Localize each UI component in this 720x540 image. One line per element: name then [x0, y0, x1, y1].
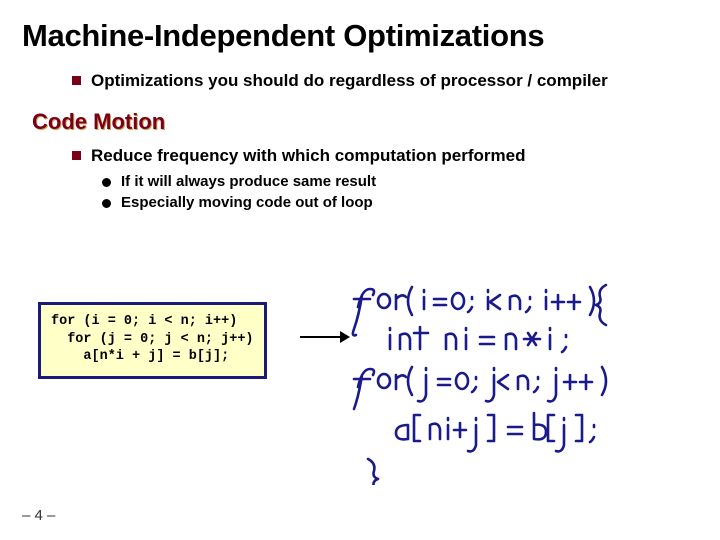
bullet2-text: Reduce frequency with which computation …	[91, 145, 526, 166]
sub2-text: Especially moving code out of loop	[121, 194, 373, 211]
sub1-text: If it will always produce same result	[121, 173, 376, 190]
bullet-level1: Optimizations you should do regardless o…	[72, 70, 652, 91]
code-line: for (i = 0; i < n; i++)	[51, 314, 237, 329]
bullet-level1: Reduce frequency with which computation …	[72, 145, 652, 166]
handwritten-code	[348, 275, 708, 485]
disc-bullet-icon	[102, 178, 111, 187]
code-block: for (i = 0; i < n; i++) for (j = 0; j < …	[38, 302, 267, 379]
page-number: – 4 –	[22, 507, 55, 524]
section-heading: Code Motion	[32, 109, 720, 135]
square-bullet-icon	[72, 151, 81, 160]
code-line: a[n*i + j] = b[j];	[51, 349, 229, 364]
bullet1-text: Optimizations you should do regardless o…	[91, 70, 608, 91]
bullet-level2: Especially moving code out of loop	[102, 194, 662, 211]
arrow-icon	[300, 328, 350, 346]
bullet-level2: If it will always produce same result	[102, 173, 662, 190]
slide-title: Machine-Independent Optimizations	[0, 0, 720, 54]
disc-bullet-icon	[102, 199, 111, 208]
code-line: for (j = 0; j < n; j++)	[51, 332, 254, 347]
square-bullet-icon	[72, 76, 81, 85]
